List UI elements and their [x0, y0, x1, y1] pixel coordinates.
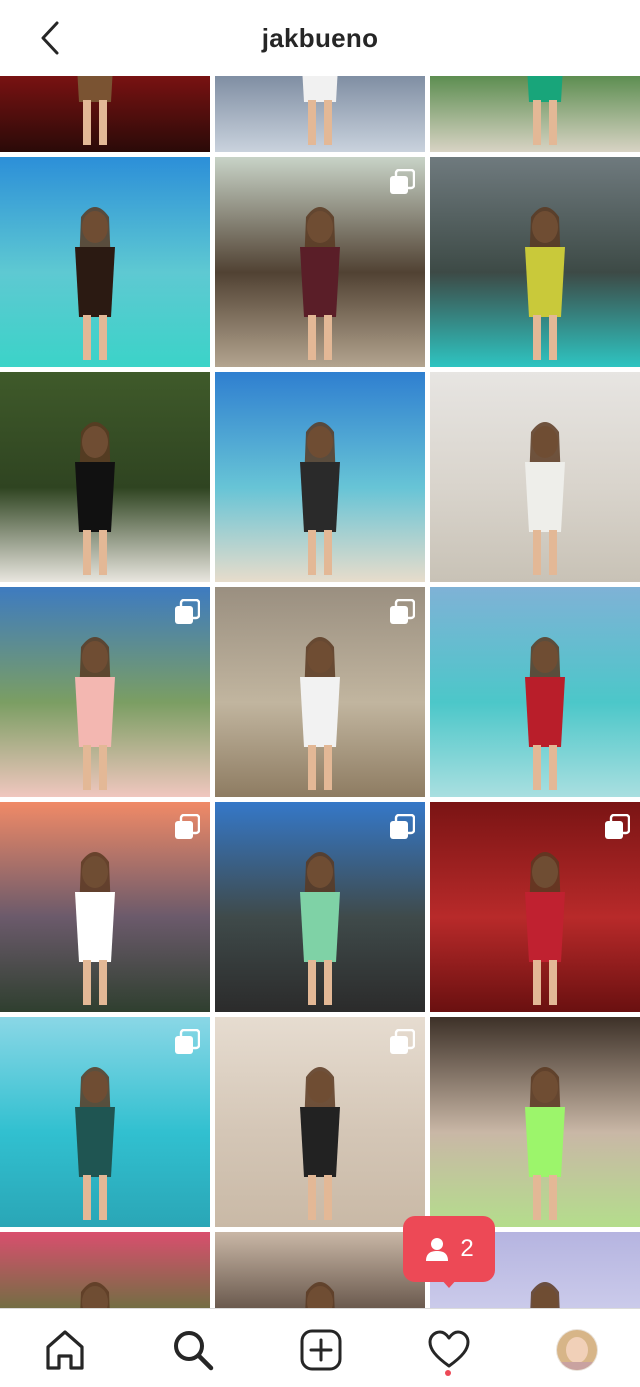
search-icon	[174, 1331, 214, 1371]
person-icon	[426, 1238, 449, 1261]
page-title: jakbueno	[261, 22, 379, 53]
tab-new-post[interactable]	[298, 1327, 344, 1373]
photo-subject	[525, 1067, 565, 1220]
carousel-icon	[390, 599, 415, 624]
carousel-icon	[390, 1029, 415, 1054]
photo-subject	[75, 422, 115, 575]
post-grid	[0, 76, 640, 1308]
post-thumbnail[interactable]	[430, 76, 640, 152]
activity-indicator-dot	[445, 1370, 451, 1376]
heart-icon	[428, 1330, 470, 1368]
post-thumbnail[interactable]	[0, 1017, 210, 1227]
carousel-icon	[175, 1029, 200, 1054]
post-thumbnail[interactable]	[215, 587, 425, 797]
carousel-icon	[605, 814, 630, 839]
post-thumbnail[interactable]	[0, 802, 210, 1012]
post-thumbnail[interactable]	[215, 76, 425, 152]
bottom-tab-bar	[0, 1308, 640, 1387]
post-thumbnail[interactable]	[430, 157, 640, 367]
post-thumbnail[interactable]	[215, 1232, 425, 1308]
photo-subject	[80, 1282, 110, 1308]
post-thumbnail[interactable]	[0, 372, 210, 582]
chevron-left-icon	[41, 21, 59, 55]
post-thumbnail[interactable]	[430, 1017, 640, 1227]
photo-subject	[305, 1282, 335, 1308]
post-thumbnail[interactable]	[215, 157, 425, 367]
post-thumbnail[interactable]	[430, 372, 640, 582]
post-thumbnail[interactable]	[215, 372, 425, 582]
post-thumbnail[interactable]	[430, 802, 640, 1012]
new-followers-notification[interactable]: 2	[403, 1216, 495, 1288]
carousel-icon	[175, 599, 200, 624]
avatar	[556, 1329, 598, 1371]
post-thumbnail[interactable]	[215, 1017, 425, 1227]
top-bar: jakbueno	[0, 0, 640, 76]
photo-subject	[527, 76, 563, 145]
photo-subject	[300, 422, 340, 575]
post-thumbnail[interactable]	[430, 587, 640, 797]
photo-subject	[75, 207, 115, 360]
tab-search[interactable]	[170, 1327, 216, 1373]
post-thumbnail[interactable]	[215, 802, 425, 1012]
carousel-icon	[390, 169, 415, 194]
tab-profile[interactable]	[554, 1327, 600, 1373]
carousel-icon	[390, 814, 415, 839]
photo-subject	[525, 637, 565, 790]
post-thumbnail[interactable]	[0, 1232, 210, 1308]
tab-activity[interactable]	[426, 1327, 472, 1373]
bubble-tail	[440, 1278, 458, 1288]
post-thumbnail[interactable]	[0, 76, 210, 152]
home-icon	[46, 1330, 84, 1370]
post-thumbnail[interactable]	[0, 157, 210, 367]
carousel-icon	[175, 814, 200, 839]
photo-subject	[302, 76, 338, 145]
photo-subject	[525, 207, 565, 360]
add-post-icon	[300, 1329, 342, 1371]
back-button[interactable]	[30, 18, 70, 58]
tab-home[interactable]	[42, 1327, 88, 1373]
photo-subject	[525, 422, 565, 575]
post-thumbnail[interactable]	[0, 587, 210, 797]
followers-count: 2	[460, 1235, 474, 1262]
photo-subject	[77, 76, 113, 145]
